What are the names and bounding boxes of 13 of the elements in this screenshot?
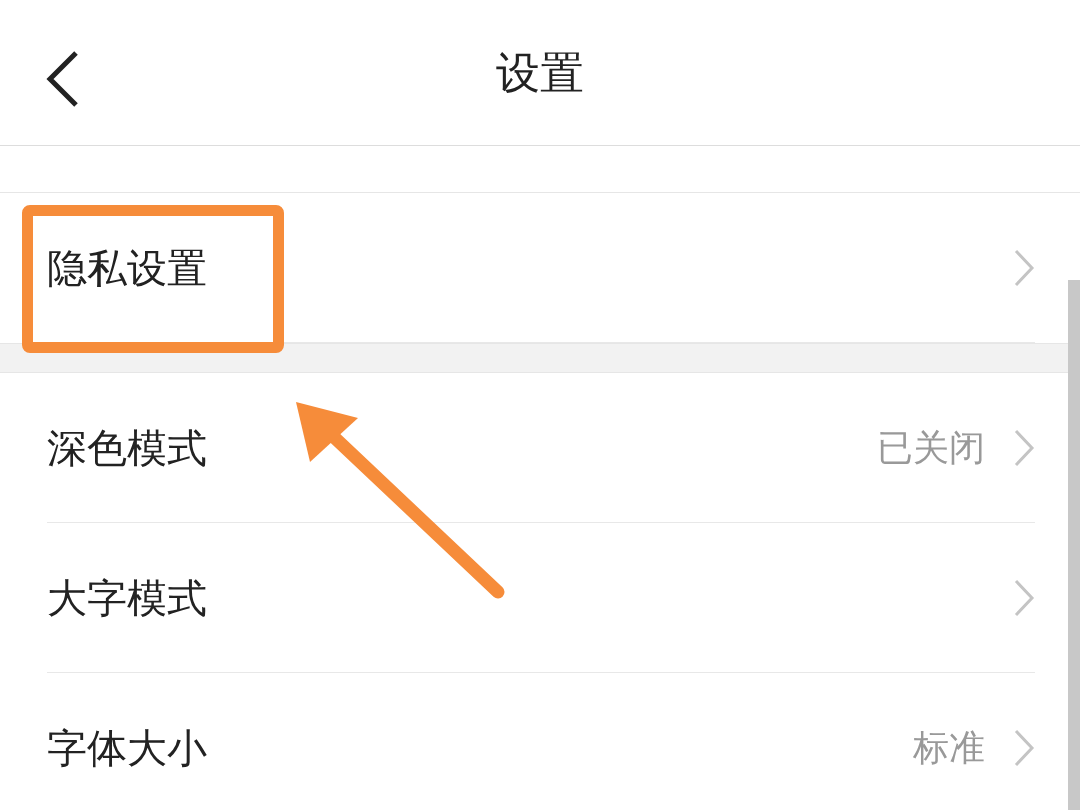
row-label: 深色模式 [47,423,207,473]
row-label: 隐私设置 [47,243,207,293]
row-label: 字体大小 [47,724,207,773]
row-value: 标准 [913,726,985,770]
chevron-icon [1013,247,1035,288]
chevron-icon [1013,728,1035,768]
scrollbar[interactable] [1068,280,1080,810]
chevron-icon [1013,577,1035,618]
chevron-icon [1013,427,1035,468]
row-label: 大字模式 [47,573,207,623]
back-icon[interactable] [44,50,80,108]
page-title: 设置 [496,45,584,100]
row-value: 已关闭 [877,425,985,470]
